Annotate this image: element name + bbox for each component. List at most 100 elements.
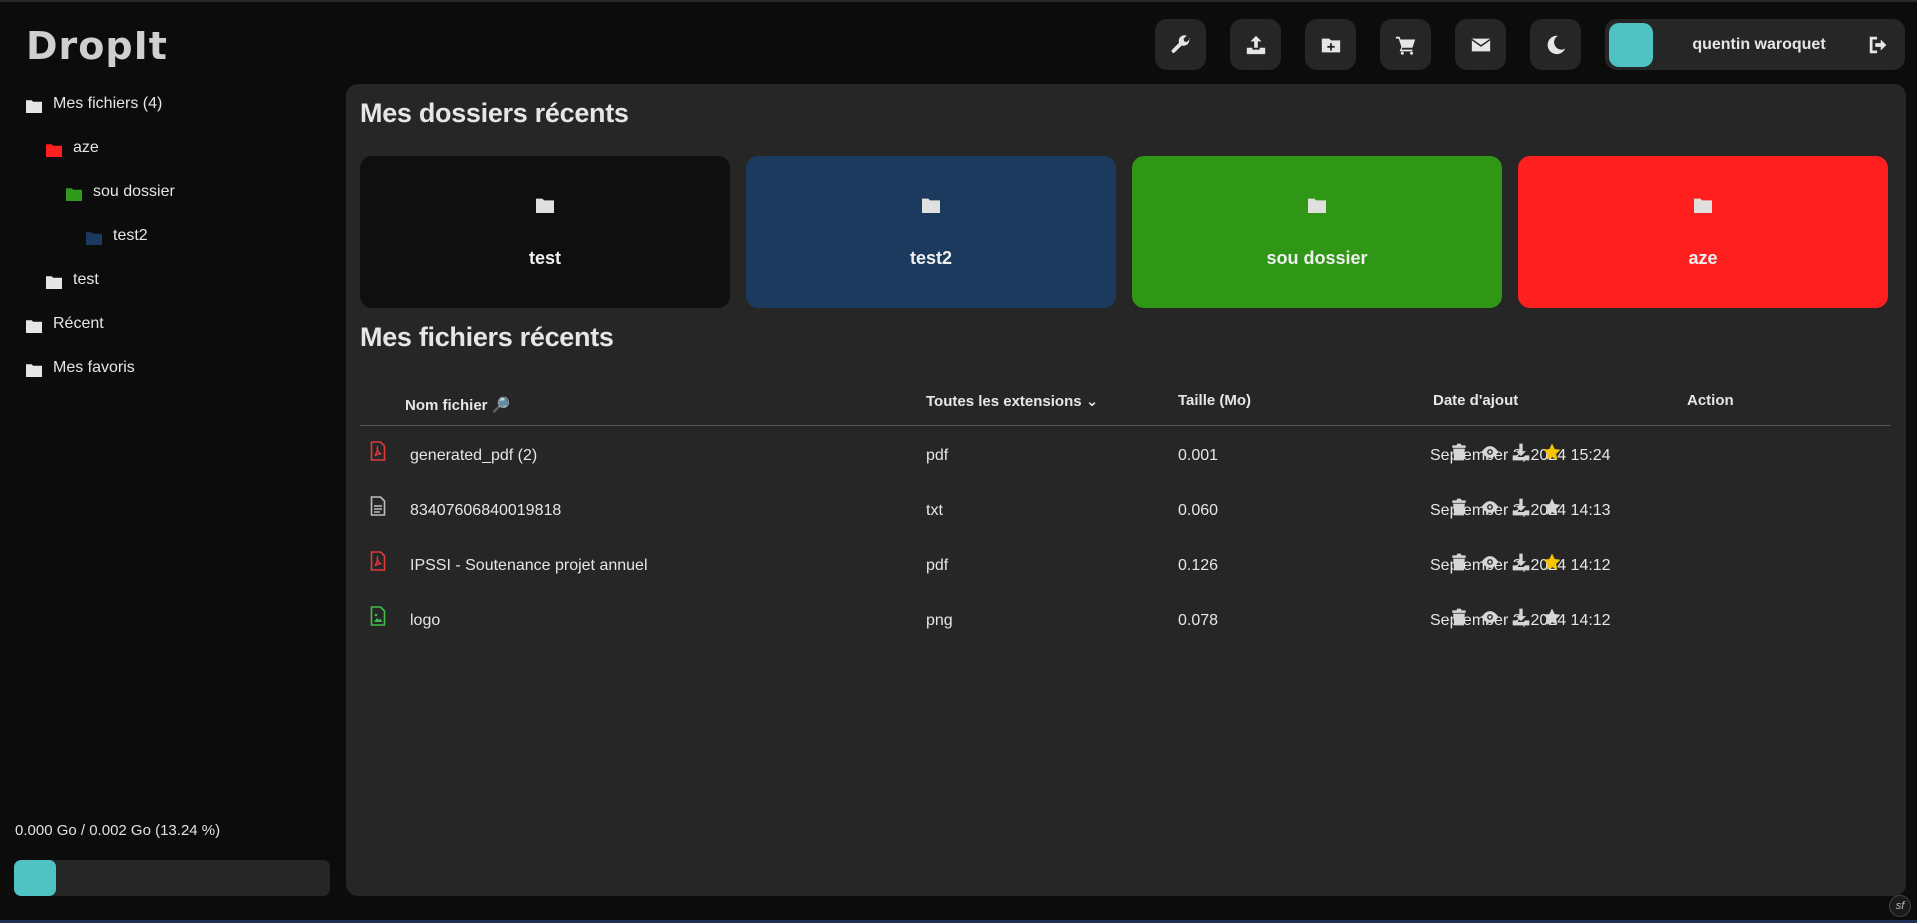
download-button[interactable]: [1510, 551, 1531, 572]
trash-icon: [1449, 442, 1469, 462]
folder-card-label: sou dossier: [1266, 248, 1368, 268]
favorite-toggle[interactable]: [1541, 496, 1562, 517]
sidebar-folder-item[interactable]: aze: [0, 126, 345, 170]
mail-icon: [1471, 38, 1490, 51]
sidebar-folder-label: sou dossier: [93, 183, 175, 200]
star-icon: [1542, 552, 1562, 572]
folder-tree: Mes fichiers (4) aze sou dossier test2 test R…: [0, 82, 345, 390]
cart-icon: [1395, 36, 1415, 55]
column-header-size[interactable]: Taille (Mo): [1178, 392, 1251, 409]
moon-icon: [1547, 35, 1565, 54]
folder-card-label: test2: [909, 248, 953, 268]
folder-icon: [24, 361, 44, 377]
recent-folder-card[interactable]: sou dossier: [1132, 156, 1502, 308]
file-name[interactable]: IPSSI - Soutenance projet annuel: [410, 557, 648, 575]
new-folder-icon: [1321, 38, 1340, 52]
file-extension: pdf: [926, 557, 949, 574]
download-button[interactable]: [1510, 496, 1531, 517]
file-extension: txt: [926, 502, 943, 519]
recent-folder-card[interactable]: test: [360, 156, 730, 308]
delete-button[interactable]: [1448, 551, 1469, 572]
star-icon: [1542, 442, 1562, 462]
settings-button[interactable]: [1155, 19, 1206, 70]
file-row[interactable]: IPSSI - Soutenance projet annuel pdf 0.1…: [360, 539, 1890, 594]
sidebar-folder-item[interactable]: sou dossier: [0, 170, 345, 214]
sidebar-folder-item[interactable]: Récent: [0, 302, 345, 346]
file-size: 0.126: [1178, 557, 1219, 574]
star-icon: [1542, 497, 1562, 517]
folder-icon: [1692, 195, 1714, 218]
sidebar-folder-label: Récent: [53, 315, 104, 332]
image-file-icon: [370, 606, 386, 626]
file-row[interactable]: generated_pdf (2) pdf 0.001 September 2,…: [360, 429, 1890, 484]
sidebar-folder-item[interactable]: test: [0, 258, 345, 302]
mail-button[interactable]: [1455, 19, 1506, 70]
text-file-icon: [370, 496, 386, 516]
preview-button[interactable]: [1479, 551, 1500, 572]
file-size: 0.060: [1178, 502, 1219, 519]
file-name[interactable]: generated_pdf (2): [410, 447, 537, 465]
file-size: 0.001: [1178, 447, 1219, 464]
download-button[interactable]: [1510, 606, 1531, 627]
wrench-icon: [1171, 34, 1190, 53]
download-button[interactable]: [1510, 441, 1531, 462]
storage-progress-fill: [14, 860, 56, 896]
delete-button[interactable]: [1448, 606, 1469, 627]
sidebar-folder-label: test: [73, 271, 99, 288]
files-table-header: Nom fichier 🔎 Toutes les extensions ⌄ Ta…: [360, 376, 1890, 426]
folder-card-label: aze: [1688, 248, 1718, 268]
file-extension: pdf: [926, 447, 949, 464]
favorite-toggle[interactable]: [1541, 551, 1562, 572]
delete-button[interactable]: [1448, 496, 1469, 517]
preview-button[interactable]: [1479, 441, 1500, 462]
file-actions: [1448, 441, 1562, 462]
cart-button[interactable]: [1380, 19, 1431, 70]
recent-folders-title: Mes dossiers récents: [360, 98, 629, 128]
sidebar-folder-label: aze: [73, 139, 99, 156]
column-header-date[interactable]: Date d'ajout: [1433, 392, 1518, 409]
upload-icon: [1246, 35, 1265, 54]
preview-button[interactable]: [1479, 606, 1500, 627]
recent-folder-card[interactable]: aze: [1518, 156, 1888, 308]
file-name[interactable]: logo: [410, 612, 440, 630]
sidebar-folder-label: Mes favoris: [53, 359, 135, 376]
username: quentin waroquet: [1692, 35, 1826, 53]
column-header-action: Action: [1687, 392, 1734, 409]
sidebar-folder-item[interactable]: Mes fichiers (4): [0, 82, 345, 126]
dark-mode-toggle[interactable]: [1530, 19, 1581, 70]
sidebar-folder-label: test2: [113, 227, 148, 244]
storage-usage-text: 0.000 Go / 0.002 Go (13.24 %): [15, 822, 221, 839]
column-header-name[interactable]: Nom fichier 🔎: [405, 396, 510, 414]
app-logo[interactable]: DropIt: [26, 24, 168, 68]
delete-button[interactable]: [1448, 441, 1469, 462]
favorite-toggle[interactable]: [1541, 606, 1562, 627]
sidebar-folder-item[interactable]: test2: [0, 214, 345, 258]
favorite-toggle[interactable]: [1541, 441, 1562, 462]
folder-icon: [44, 273, 64, 289]
upload-button[interactable]: [1230, 19, 1281, 70]
new-folder-button[interactable]: [1305, 19, 1356, 70]
file-extension: png: [926, 612, 953, 629]
user-menu[interactable]: quentin waroquet: [1605, 19, 1905, 70]
trash-icon: [1449, 497, 1469, 517]
file-name[interactable]: 83407606840019818: [410, 502, 561, 520]
folder-icon: [24, 97, 44, 113]
logout-button[interactable]: [1865, 32, 1891, 58]
folder-icon: [44, 141, 64, 157]
file-actions: [1448, 496, 1562, 517]
eye-icon: [1480, 442, 1500, 462]
avatar[interactable]: [1609, 22, 1653, 67]
logo-text: DropIt: [26, 24, 168, 68]
file-row[interactable]: 83407606840019818 txt 0.060 September 2,…: [360, 484, 1890, 539]
folder-icon: [534, 195, 556, 218]
extension-filter-dropdown[interactable]: Toutes les extensions ⌄: [926, 392, 1098, 410]
pdf-file-icon: [370, 441, 386, 461]
pdf-file-icon: [370, 551, 386, 571]
sidebar-folder-item[interactable]: Mes favoris: [0, 346, 345, 390]
download-icon: [1511, 497, 1531, 517]
folder-icon: [1306, 195, 1328, 218]
recent-folder-card[interactable]: test2: [746, 156, 1116, 308]
symfony-toolbar-toggle[interactable]: sf: [1889, 895, 1911, 917]
file-row[interactable]: logo png 0.078 September 2, 2024 14:12: [360, 594, 1890, 649]
preview-button[interactable]: [1479, 496, 1500, 517]
